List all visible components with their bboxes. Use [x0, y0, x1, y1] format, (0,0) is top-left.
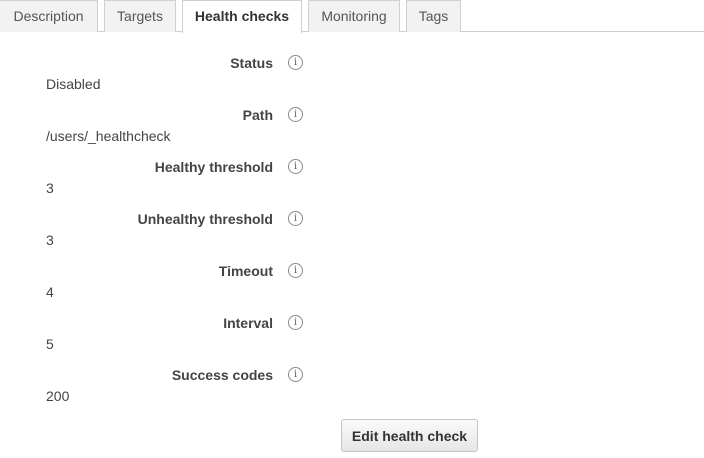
- interval-value: 5: [46, 336, 54, 352]
- healthy-threshold-info-icon[interactable]: i: [288, 159, 303, 174]
- success-codes-info-icon[interactable]: i: [288, 367, 303, 382]
- tab-description[interactable]: Description: [0, 0, 98, 32]
- success-codes-label: Success codes: [171, 367, 273, 383]
- success-codes-value: 200: [46, 388, 70, 404]
- timeout-value: 4: [46, 284, 54, 300]
- path-value: /users/_healthcheck: [46, 128, 171, 144]
- path-label: Path: [242, 107, 273, 123]
- status-info-icon[interactable]: i: [288, 55, 303, 70]
- tab-tags[interactable]: Tags: [406, 0, 461, 32]
- tab-targets[interactable]: Targets: [104, 0, 176, 32]
- timeout-label: Timeout: [218, 263, 273, 279]
- path-info-icon[interactable]: i: [288, 107, 303, 122]
- tab-bar: Description Targets Health checks Monito…: [0, 0, 704, 33]
- unhealthy-threshold-label: Unhealthy threshold: [137, 211, 273, 227]
- interval-info-icon[interactable]: i: [288, 315, 303, 330]
- tab-health-checks[interactable]: Health checks: [182, 0, 302, 33]
- healthy-threshold-label: Healthy threshold: [154, 159, 273, 175]
- timeout-info-icon[interactable]: i: [288, 263, 303, 278]
- status-value: Disabled: [46, 76, 101, 92]
- unhealthy-threshold-info-icon[interactable]: i: [288, 211, 303, 226]
- status-label: Status: [230, 55, 273, 71]
- healthy-threshold-value: 3: [46, 180, 54, 196]
- tab-monitoring[interactable]: Monitoring: [308, 0, 400, 32]
- interval-label: Interval: [223, 315, 273, 331]
- edit-health-check-button[interactable]: Edit health check: [341, 419, 478, 452]
- unhealthy-threshold-value: 3: [46, 232, 54, 248]
